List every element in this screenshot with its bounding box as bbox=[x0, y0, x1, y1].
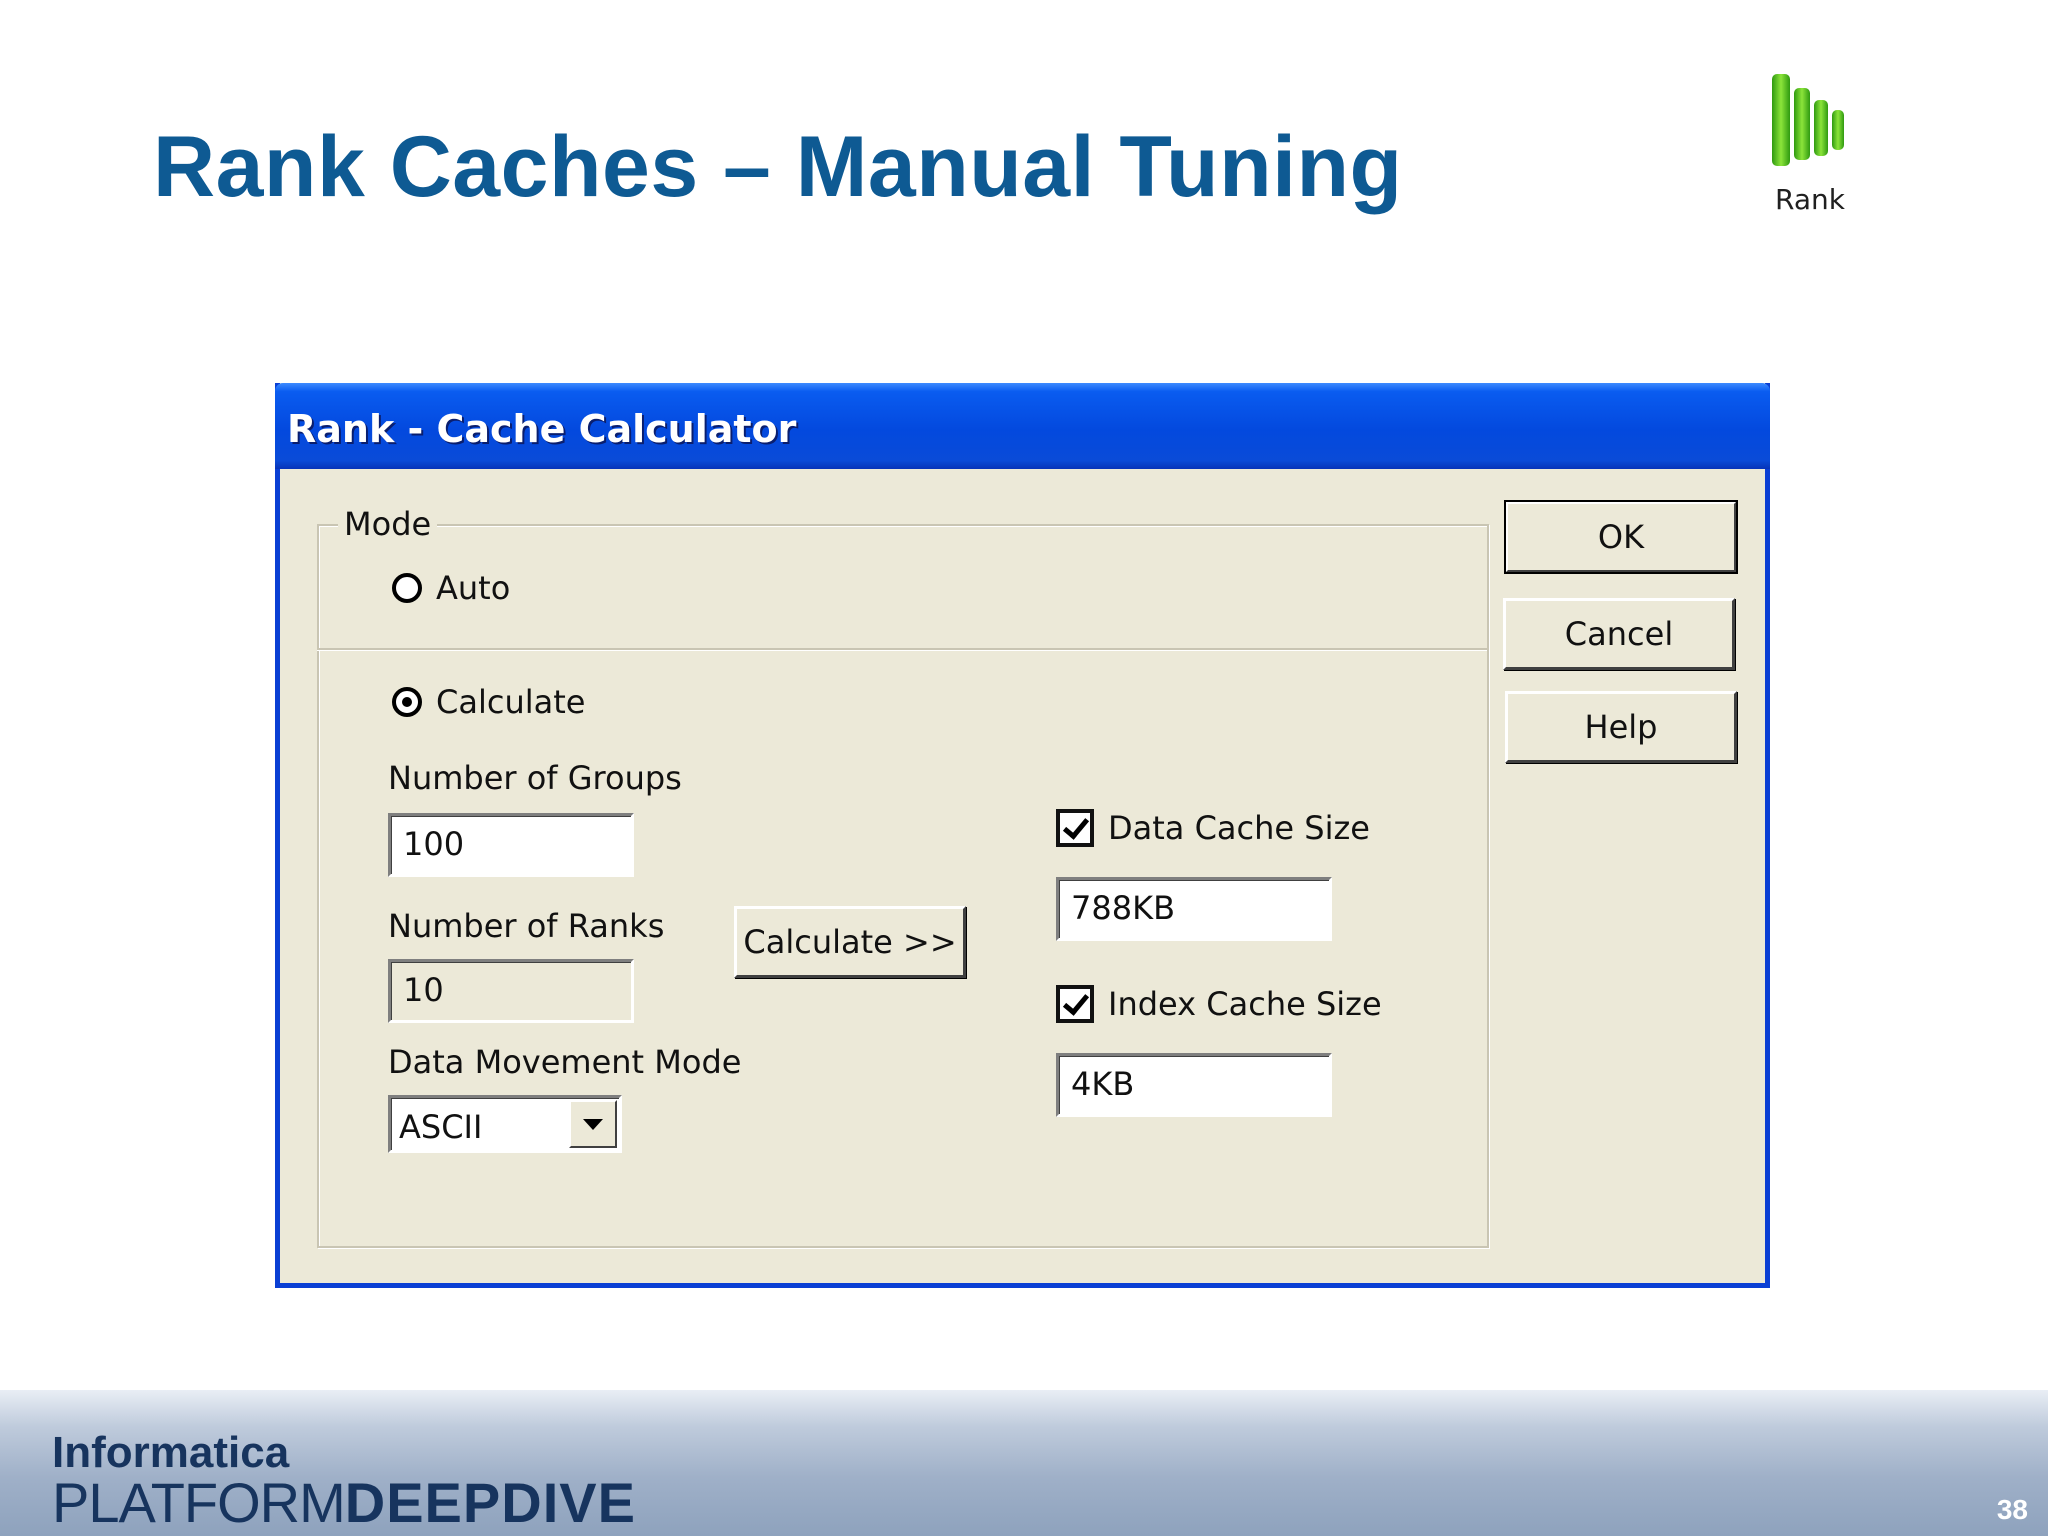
auto-radio-row[interactable]: Auto bbox=[392, 569, 510, 607]
brand-platform: PLATFORM bbox=[52, 1471, 346, 1534]
data-cache-checkbox[interactable] bbox=[1056, 809, 1094, 847]
data-cache-input[interactable]: 788KB bbox=[1056, 877, 1332, 941]
auto-radio[interactable] bbox=[392, 573, 422, 603]
calculate-radio[interactable] bbox=[392, 687, 422, 717]
dialog-title: Rank - Cache Calculator bbox=[287, 407, 797, 451]
ok-button[interactable]: OK bbox=[1504, 500, 1738, 574]
brand-deepdive: DEEPDIVE bbox=[344, 1471, 636, 1534]
calculate-button[interactable]: Calculate >> bbox=[734, 906, 966, 978]
index-cache-checkbox[interactable] bbox=[1056, 985, 1094, 1023]
help-button[interactable]: Help bbox=[1505, 691, 1737, 763]
groups-input[interactable]: 100 bbox=[388, 813, 634, 877]
page-number: 38 bbox=[1996, 1494, 2028, 1525]
brand-platform-deepdive: PLATFORMDEEPDIVE bbox=[52, 1470, 636, 1535]
ranks-input[interactable]: 10 bbox=[388, 959, 634, 1023]
cancel-button[interactable]: Cancel bbox=[1503, 598, 1735, 670]
calculate-radio-label: Calculate bbox=[436, 683, 586, 721]
calculate-radio-row[interactable]: Calculate bbox=[392, 683, 585, 721]
movement-label: Data Movement Mode bbox=[388, 1043, 742, 1081]
auto-radio-label: Auto bbox=[436, 569, 511, 607]
dialog-titlebar[interactable]: Rank - Cache Calculator bbox=[275, 383, 1770, 469]
groups-label: Number of Groups bbox=[388, 759, 682, 797]
data-cache-label: Data Cache Size bbox=[1108, 809, 1370, 847]
rank-logo-label: Rank bbox=[1775, 183, 1845, 216]
data-cache-checkbox-row[interactable]: Data Cache Size bbox=[1056, 809, 1370, 847]
chevron-down-icon[interactable] bbox=[569, 1100, 617, 1148]
cache-calculator-dialog: Rank - Cache Calculator Mode Auto Calcul… bbox=[275, 383, 1770, 1288]
mode-separator bbox=[317, 648, 1487, 651]
mode-legend: Mode bbox=[338, 505, 438, 543]
movement-select-value: ASCII bbox=[399, 1108, 483, 1146]
rank-logo: Rank bbox=[1762, 66, 1858, 226]
index-cache-checkbox-row[interactable]: Index Cache Size bbox=[1056, 985, 1382, 1023]
index-cache-input[interactable]: 4KB bbox=[1056, 1053, 1332, 1117]
movement-select[interactable]: ASCII bbox=[388, 1095, 622, 1153]
index-cache-label: Index Cache Size bbox=[1108, 985, 1382, 1023]
slide-title: Rank Caches – Manual Tuning bbox=[153, 119, 1403, 215]
ranks-label: Number of Ranks bbox=[388, 907, 665, 945]
rank-bars-icon bbox=[1772, 74, 1844, 166]
